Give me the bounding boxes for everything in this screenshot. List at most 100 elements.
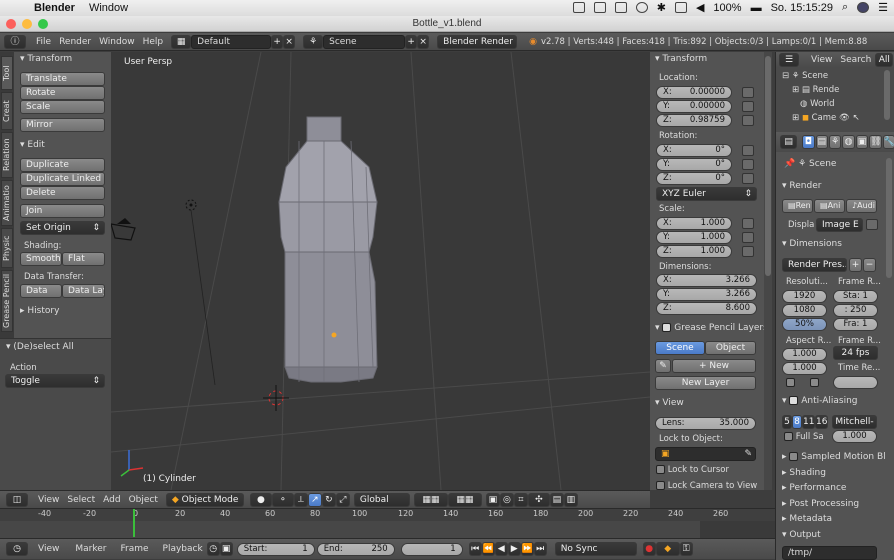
edit-panel-header[interactable]: ▾ Edit — [20, 138, 45, 152]
aspect-x-field[interactable]: 1.000 — [782, 348, 827, 361]
sync-select[interactable]: No Sync — [554, 542, 637, 556]
resolution-y-field[interactable]: 1080 — [782, 304, 827, 317]
scale-z-field[interactable]: Z: 1.000 — [656, 245, 732, 258]
translate-button[interactable]: Translate — [20, 72, 105, 86]
view-panel-header[interactable]: ▾ View — [655, 396, 684, 410]
anti-aliasing-header[interactable]: ▾ Anti-Aliasing — [782, 394, 858, 408]
full-sample-checkbox[interactable] — [784, 432, 793, 441]
performance-panel-header[interactable]: ▸ Performance — [782, 481, 846, 495]
new-layer-button[interactable]: New Layer — [655, 376, 756, 390]
npanel-scrollbar[interactable] — [764, 52, 772, 490]
set-origin-select[interactable]: Set Origin ⇕ — [20, 221, 105, 235]
lock-icon[interactable]: ▣ — [485, 492, 500, 507]
action-select[interactable]: Toggle ⇕ — [5, 374, 105, 388]
properties-scrollbar[interactable] — [886, 158, 892, 278]
outliner-item-camera[interactable]: ⊞ ◼ Came 👁 ↖ — [792, 113, 860, 123]
aa-samples-8[interactable]: 8 — [792, 415, 802, 429]
data-layout-button[interactable]: Data Lay — [62, 284, 105, 298]
3d-viewport[interactable]: User Persp (1) Cylinder — [111, 52, 650, 490]
playhead[interactable] — [133, 509, 135, 537]
keying-set-icon[interactable]: ◆ — [655, 542, 680, 556]
lock-cursor-row[interactable]: Lock to Cursor — [656, 465, 729, 475]
jump-start-icon[interactable]: ⏮ — [468, 542, 482, 556]
outliner-view-menu[interactable]: View — [807, 53, 836, 67]
menu-render[interactable]: Render — [55, 35, 95, 49]
lock-camera-checkbox[interactable] — [656, 481, 665, 490]
insert-key-icon[interactable]: ⚿ — [679, 542, 693, 556]
snap-icon[interactable]: ⌗ — [513, 492, 528, 507]
lock-icon[interactable] — [742, 115, 754, 126]
scene-icon[interactable]: ⚘ — [303, 34, 324, 49]
crop-checkbox[interactable] — [810, 378, 819, 387]
scale-button[interactable]: Scale — [20, 100, 105, 114]
manipulator-icon[interactable]: ⟂ — [293, 492, 308, 507]
jump-end-icon[interactable]: ⏭ — [533, 542, 547, 556]
display-lock-icon[interactable] — [866, 219, 878, 230]
modifier-context-icon[interactable]: 🔧 — [882, 135, 894, 149]
render-layers-context-icon[interactable]: ▤ — [815, 135, 828, 149]
frame-end-field[interactable]: : 250 — [833, 304, 878, 317]
scene-context-icon[interactable]: ⚘ — [828, 135, 842, 149]
aa-filter-select[interactable]: Mitchell- — [832, 415, 877, 429]
airplay-icon[interactable] — [674, 2, 687, 13]
join-button[interactable]: Join — [20, 204, 105, 218]
proportional-icon[interactable]: ◎ — [499, 492, 514, 507]
tab-tool[interactable]: Tool — [1, 56, 13, 90]
border-checkbox[interactable] — [786, 378, 795, 387]
constraints-context-icon[interactable]: ⛓ — [869, 135, 882, 149]
new-grease-button[interactable]: + New — [672, 359, 756, 373]
grease-pencil-icon[interactable]: ✎ — [655, 359, 671, 373]
properties-type-icon[interactable]: ▤ — [780, 135, 798, 149]
snap-target-icon[interactable]: ✣ — [527, 492, 550, 507]
frame-rate-select[interactable]: 24 fps — [833, 346, 878, 360]
lock-icon[interactable] — [742, 218, 754, 229]
frame-step-field[interactable]: Fra: 1 — [833, 318, 878, 331]
grease-scene-tab[interactable]: Scene — [655, 341, 705, 355]
smooth-button[interactable]: Smooth — [20, 252, 62, 266]
render-button[interactable]: ▤Ren — [782, 199, 813, 213]
rotation-z-field[interactable]: Z: 0° — [656, 172, 732, 185]
menu-help[interactable]: Help — [139, 35, 168, 49]
tab-grease-pencil[interactable]: Grease Pencil — [1, 270, 13, 332]
post-processing-panel-header[interactable]: ▸ Post Processing — [782, 497, 859, 511]
volume-icon[interactable]: ◀ — [696, 1, 704, 14]
timeline-menu-frame[interactable]: Frame — [116, 542, 152, 556]
viewport-menu-select[interactable]: Select — [63, 493, 99, 507]
editor-type-icon[interactable]: ◫ — [6, 492, 28, 507]
outliner-type-icon[interactable]: ☰ — [779, 53, 799, 67]
lock-icon[interactable] — [742, 173, 754, 184]
outliner-item-world[interactable]: ◍ World — [800, 99, 834, 109]
lock-cursor-checkbox[interactable] — [656, 465, 665, 474]
dimension-x-field[interactable]: X: 3.266 — [656, 274, 757, 287]
timeline-menu-marker[interactable]: Marker — [71, 542, 110, 556]
duplicate-linked-button[interactable]: Duplicate Linked — [20, 172, 105, 186]
dimensions-panel-header[interactable]: ▾ Dimensions — [782, 237, 842, 251]
viewport-menu-object[interactable]: Object — [125, 493, 162, 507]
outliner-all-select[interactable]: All — [875, 53, 894, 67]
add-scene-icon[interactable]: + — [405, 34, 418, 49]
render-anim-icon[interactable]: ▥ — [563, 492, 578, 507]
mac-menu-app[interactable]: Blender — [34, 2, 75, 14]
aspect-y-field[interactable]: 1.000 — [782, 362, 827, 375]
battery-icon[interactable]: ▬ — [751, 2, 762, 14]
layers-icon[interactable]: ▦▦ — [413, 492, 448, 507]
editor-type-icon[interactable]: ⓘ — [4, 34, 26, 49]
render-presets-select[interactable]: Render Pres... — [782, 258, 847, 272]
time-machine-icon[interactable] — [635, 2, 648, 13]
outliner-item-render[interactable]: ⊞ ▤ Rende — [792, 85, 839, 95]
screen-layout-icon[interactable]: ▦ — [171, 34, 192, 49]
location-z-field[interactable]: Z: 0.98759 — [656, 114, 732, 127]
pin-icon[interactable]: 📌 — [784, 159, 798, 169]
display-select[interactable]: Image E — [816, 218, 863, 232]
location-y-field[interactable]: Y: 0.00000 — [656, 100, 732, 113]
minimize-icon[interactable] — [22, 19, 32, 29]
play-icon[interactable]: ▶ — [507, 542, 521, 556]
tab-relations[interactable]: Relation — [1, 132, 13, 178]
visibility-eye-icon[interactable]: 👁 — [839, 113, 850, 123]
play-reverse-icon[interactable]: ◀ — [494, 542, 508, 556]
rotation-x-field[interactable]: X: 0° — [656, 144, 732, 157]
tab-animation[interactable]: Animatio — [1, 180, 13, 226]
lock-icon[interactable] — [742, 246, 754, 257]
aa-samples-5[interactable]: 5 — [782, 415, 792, 429]
mode-select[interactable]: ◆ Object Mode — [165, 492, 244, 507]
